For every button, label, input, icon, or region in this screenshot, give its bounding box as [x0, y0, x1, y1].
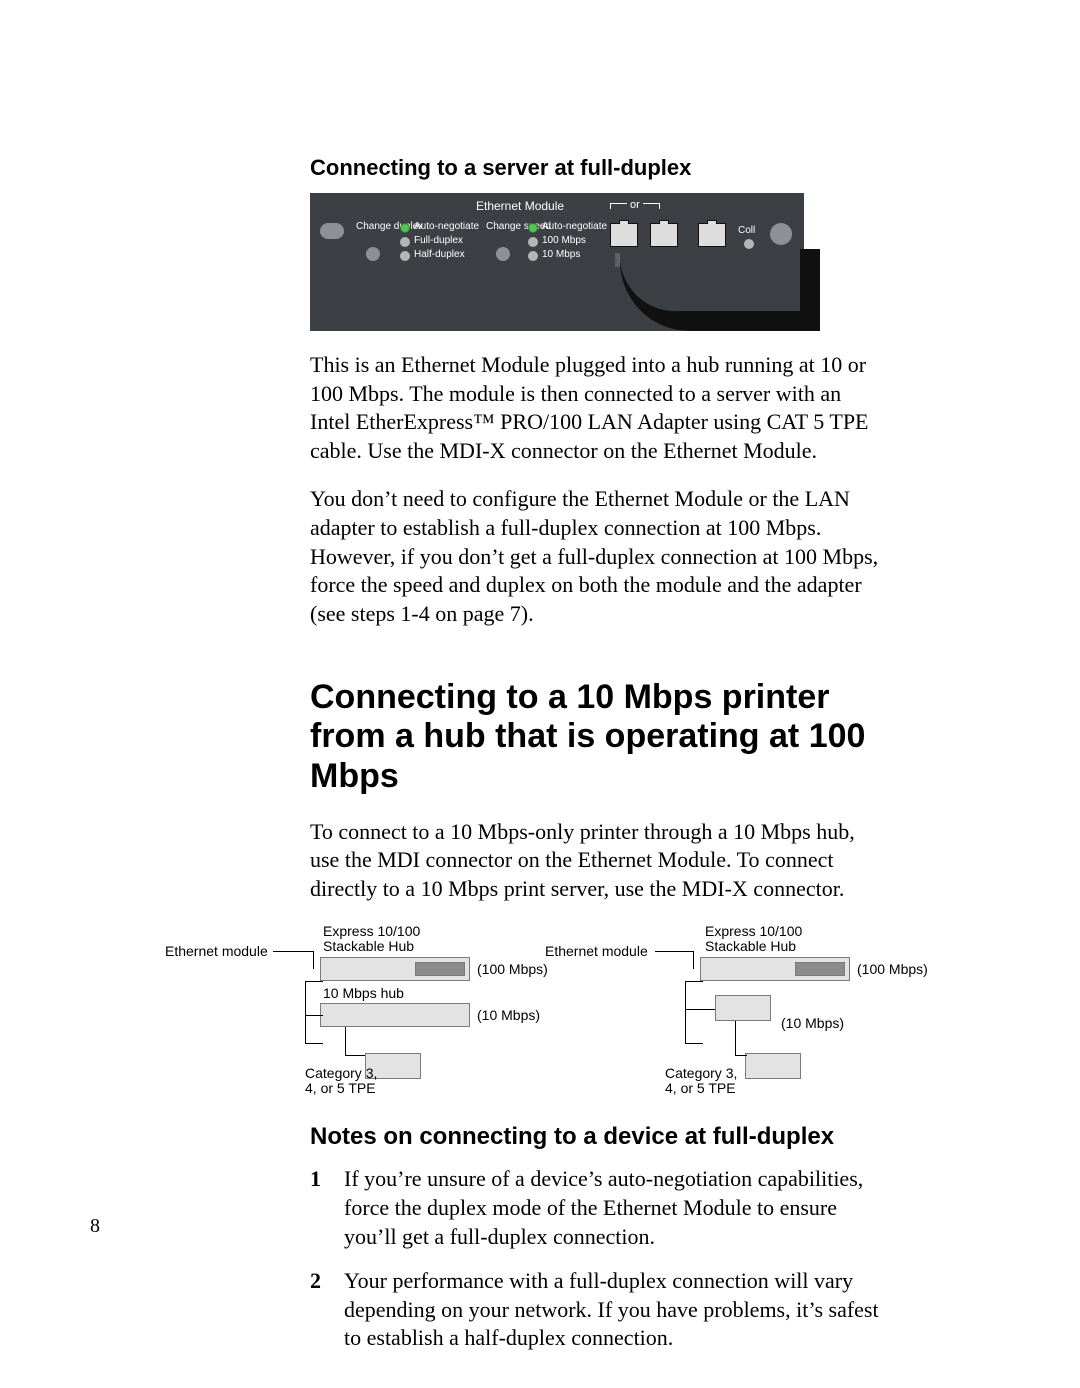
label-100mbps: (100 Mbps) — [857, 961, 928, 977]
label-100: 100 Mbps — [542, 235, 586, 246]
label-eth-module: Ethernet module — [545, 943, 648, 959]
hub-top-icon — [320, 957, 470, 981]
led-100-icon — [528, 237, 538, 247]
panel-or: or — [630, 199, 640, 211]
subheading-server-fullduplex: Connecting to a server at full-duplex — [310, 155, 880, 181]
or-bracket — [610, 203, 627, 209]
or-bracket — [643, 203, 660, 209]
hub-top-icon — [700, 957, 850, 981]
label-cat2: 4, or 5 TPE — [305, 1080, 376, 1096]
connector-line — [305, 981, 306, 1043]
connector-line — [345, 1027, 346, 1055]
led-halfduplex-icon — [400, 251, 410, 261]
subheading-notes: Notes on connecting to a device at full-… — [310, 1123, 880, 1151]
cable-cutout — [620, 249, 800, 311]
connector-line — [685, 1009, 715, 1010]
figure-hub-printer-diagram: Ethernet module Express 10/100 Stackable… — [165, 923, 925, 1093]
connector-line — [735, 1055, 747, 1056]
led-10-icon — [528, 251, 538, 261]
led-autoneg-icon — [400, 223, 410, 233]
connector-line — [655, 951, 693, 952]
label-autoneg-speed: Auto-negotiate — [542, 221, 607, 232]
mdix-port-icon — [650, 223, 678, 247]
connector-line — [345, 1055, 365, 1056]
led-autoneg-speed-icon — [528, 223, 538, 233]
label-cat: Category 3, — [665, 1065, 737, 1081]
paragraph: To connect to a 10 Mbps-only printer thr… — [310, 818, 880, 904]
panel-title: Ethernet Module — [476, 199, 564, 213]
label-coll: Coll — [738, 225, 755, 236]
connector-line — [685, 1043, 703, 1044]
connector-line — [735, 1021, 736, 1055]
led-fullduplex-icon — [400, 237, 410, 247]
module-inset-icon — [415, 962, 465, 976]
figure-ethernet-module-panel: Ethernet Module or Change duplex Auto-ne… — [310, 193, 804, 331]
hub-10-icon — [320, 1003, 470, 1027]
connector-line — [305, 981, 323, 982]
connector-line — [305, 1015, 323, 1016]
list-text: If you’re unsure of a device’s auto-nego… — [344, 1165, 880, 1251]
label-stackable: Stackable Hub — [705, 938, 796, 954]
label-autoneg: Auto-negotiate — [414, 221, 479, 232]
list-item: 2 Your performance with a full-duplex co… — [310, 1267, 880, 1353]
label-100mbps: (100 Mbps) — [477, 961, 548, 977]
connector-line — [693, 951, 694, 969]
led-coll-icon — [744, 239, 754, 249]
connector-line — [313, 951, 314, 969]
mdi-port-icon — [610, 223, 638, 247]
reset-button-icon — [320, 223, 344, 239]
list-item: 1 If you’re unsure of a device’s auto-ne… — [310, 1165, 880, 1251]
label-express: Express 10/100 — [323, 923, 420, 939]
label-10mbps: (10 Mbps) — [781, 1015, 844, 1031]
module-inset-icon — [795, 962, 845, 976]
change-duplex-button-icon — [366, 247, 380, 261]
label-halfduplex: Half-duplex — [414, 249, 465, 260]
label-fullduplex: Full-duplex — [414, 235, 463, 246]
connector-line — [685, 981, 703, 982]
label-10hub: 10 Mbps hub — [323, 985, 404, 1001]
port-icon — [698, 223, 726, 247]
label-express: Express 10/100 — [705, 923, 802, 939]
label-cat2: 4, or 5 TPE — [665, 1080, 736, 1096]
paragraph: You don’t need to configure the Ethernet… — [310, 485, 880, 628]
list-number: 1 — [310, 1165, 328, 1251]
printer-icon — [745, 1053, 801, 1079]
paragraph: This is an Ethernet Module plugged into … — [310, 351, 880, 465]
heading-10mbps-printer: Connecting to a 10 Mbps printer from a h… — [310, 678, 880, 795]
change-speed-button-icon — [496, 247, 510, 261]
label-cat: Category 3, — [305, 1065, 377, 1081]
label-10: 10 Mbps — [542, 249, 580, 260]
label-stackable: Stackable Hub — [323, 938, 414, 954]
page-number: 8 — [90, 1215, 100, 1238]
label-10mbps: (10 Mbps) — [477, 1007, 540, 1023]
connector-line — [305, 1043, 323, 1044]
big-button-icon — [770, 223, 792, 245]
connector-line — [273, 951, 313, 952]
connector-line — [685, 981, 686, 1043]
list-text: Your performance with a full-duplex conn… — [344, 1267, 880, 1353]
label-eth-module: Ethernet module — [165, 943, 268, 959]
list-number: 2 — [310, 1267, 328, 1353]
printserver-icon — [715, 995, 771, 1021]
